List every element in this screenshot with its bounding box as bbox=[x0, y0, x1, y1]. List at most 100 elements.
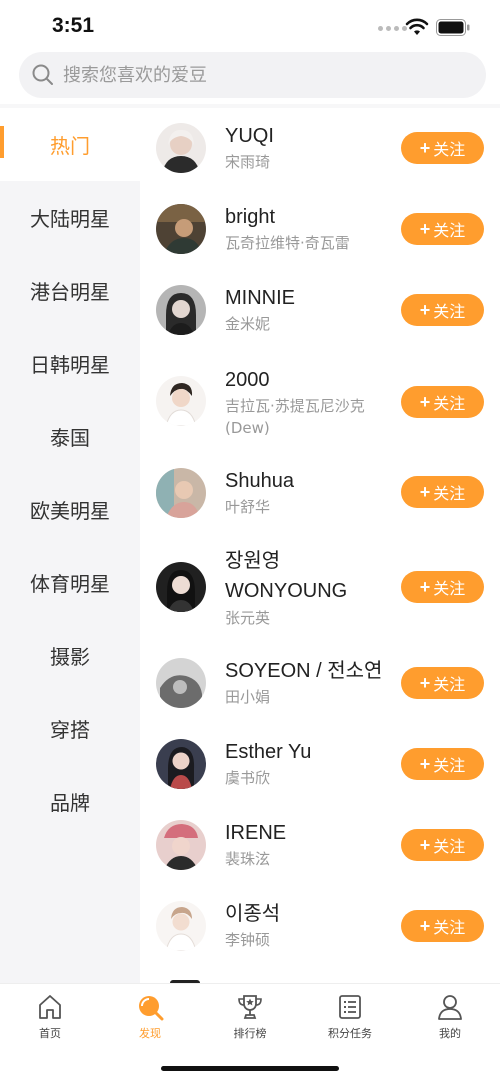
star-name: 장원영 bbox=[225, 550, 281, 572]
avatar[interactable] bbox=[156, 901, 206, 951]
sidebar-item-sports[interactable]: 体育明星 bbox=[0, 546, 140, 619]
plus-icon: + bbox=[419, 672, 431, 693]
avatar[interactable] bbox=[156, 285, 206, 335]
avatar[interactable] bbox=[156, 123, 206, 173]
avatar[interactable] bbox=[156, 658, 206, 708]
follow-button[interactable]: + 关注 bbox=[401, 132, 484, 164]
plus-icon: + bbox=[419, 915, 431, 936]
sidebar-item-label: 欧美明星 bbox=[30, 499, 110, 523]
follow-button[interactable]: + 关注 bbox=[401, 829, 484, 861]
list-item[interactable]: Esther Yu 虞书欣 + 关注 bbox=[140, 724, 500, 804]
follow-button[interactable]: + 关注 bbox=[401, 294, 484, 326]
home-icon bbox=[39, 995, 61, 1019]
plus-icon: + bbox=[419, 481, 431, 502]
follow-label: 关注 bbox=[433, 304, 466, 321]
follow-label: 关注 bbox=[433, 581, 466, 598]
plus-icon: + bbox=[419, 834, 431, 855]
star-name: MINNIE bbox=[225, 287, 295, 309]
star-name: 2000 bbox=[225, 369, 270, 391]
tab-ranking[interactable]: 排行榜 bbox=[200, 992, 300, 1052]
follow-label: 关注 bbox=[433, 142, 466, 159]
star-name-line2: WONYOUNG bbox=[225, 580, 348, 602]
tab-discover[interactable]: 发现 bbox=[100, 992, 200, 1052]
avatar[interactable] bbox=[156, 739, 206, 789]
sidebar-item-jp-kr[interactable]: 日韩明星 bbox=[0, 327, 140, 400]
wifi-icon bbox=[405, 18, 429, 35]
star-subtitle: 宋雨琦 bbox=[225, 153, 271, 171]
star-subtitle: 叶舒华 bbox=[225, 498, 271, 516]
follow-button[interactable]: + 关注 bbox=[401, 667, 484, 699]
avatar[interactable] bbox=[156, 204, 206, 254]
follow-label: 关注 bbox=[433, 677, 466, 694]
follow-label: 关注 bbox=[433, 920, 466, 937]
sidebar-item-western[interactable]: 欧美明星 bbox=[0, 473, 140, 546]
plus-icon: + bbox=[419, 576, 431, 597]
star-subtitle: 瓦奇拉维特·奇瓦雷 bbox=[225, 234, 350, 252]
tab-label: 积分任务 bbox=[328, 1027, 372, 1040]
follow-button[interactable]: + 关注 bbox=[401, 386, 484, 418]
tab-profile[interactable]: 我的 bbox=[400, 992, 500, 1052]
avatar[interactable] bbox=[156, 376, 206, 426]
list-item[interactable]: 2000 吉拉瓦·苏提瓦尼沙克(Dew) + 关注 bbox=[140, 351, 500, 455]
star-name: Esther Yu bbox=[225, 741, 312, 763]
trophy-icon bbox=[238, 995, 262, 1019]
sidebar-item-photography[interactable]: 摄影 bbox=[0, 619, 140, 692]
star-list: YUQI 宋雨琦 + 关注 bright 瓦奇拉维特·奇瓦雷 + 关注 MINNIE… bbox=[140, 108, 500, 983]
tab-label: 排行榜 bbox=[233, 1027, 267, 1040]
list-item[interactable]: YUQI 宋雨琦 + 关注 bbox=[140, 108, 500, 188]
sidebar-item-label: 体育明星 bbox=[30, 572, 110, 596]
sidebar-item-hot[interactable]: 热门 bbox=[0, 108, 140, 181]
profile-icon bbox=[438, 995, 462, 1020]
follow-button[interactable]: + 关注 bbox=[401, 213, 484, 245]
star-subtitle: 田小娟 bbox=[225, 688, 271, 706]
tab-home[interactable]: 首页 bbox=[0, 992, 100, 1052]
search-icon bbox=[31, 63, 55, 87]
search-input[interactable] bbox=[63, 64, 443, 86]
list-item[interactable]: IRENE 裴珠泫 + 关注 bbox=[140, 805, 500, 885]
avatar[interactable] bbox=[156, 820, 206, 870]
star-subtitle: 虞书欣 bbox=[225, 769, 271, 787]
sidebar-item-label: 摄影 bbox=[50, 645, 90, 669]
tab-tasks[interactable]: 积分任务 bbox=[300, 992, 400, 1052]
star-subtitle: 张元英 bbox=[225, 609, 271, 627]
list-item[interactable]: 장원영 WONYOUNG 张元英 + 关注 bbox=[140, 537, 500, 642]
follow-label: 关注 bbox=[433, 839, 466, 856]
list-item[interactable]: SOYEON / 전소연 田小娟 + 关注 bbox=[140, 643, 500, 723]
follow-button[interactable]: + 关注 bbox=[401, 476, 484, 508]
sidebar-item-brand[interactable]: 品牌 bbox=[0, 765, 140, 838]
sidebar-item-hk-tw[interactable]: 港台明星 bbox=[0, 254, 140, 327]
search-bar[interactable] bbox=[19, 52, 486, 98]
sidebar-item-label: 大陆明星 bbox=[30, 207, 110, 231]
star-subtitle: 吉拉瓦·苏提瓦尼沙克(Dew) bbox=[225, 397, 365, 437]
list-item[interactable]: Shuhua 叶舒华 + 关注 bbox=[140, 456, 500, 536]
star-name: 이종석 bbox=[225, 903, 281, 925]
star-name: bright bbox=[225, 206, 276, 228]
list-item[interactable]: 이종석 李钟硕 + 关注 bbox=[140, 886, 500, 966]
avatar[interactable] bbox=[156, 468, 206, 518]
sidebar-item-outfit[interactable]: 穿搭 bbox=[0, 692, 140, 765]
sidebar-item-mainland[interactable]: 大陆明星 bbox=[0, 181, 140, 254]
follow-button[interactable]: + 关注 bbox=[401, 748, 484, 780]
star-name: Shuhua bbox=[225, 470, 294, 492]
avatar[interactable] bbox=[156, 562, 206, 612]
plus-icon: + bbox=[419, 137, 431, 158]
star-name: IRENE bbox=[225, 822, 287, 844]
plus-icon: + bbox=[419, 218, 431, 239]
tab-label: 发现 bbox=[139, 1027, 161, 1040]
star-name: SOYEON / 전소연 bbox=[225, 660, 383, 682]
discover-icon bbox=[139, 996, 164, 1021]
tab-label: 我的 bbox=[439, 1027, 461, 1040]
home-indicator bbox=[161, 1066, 339, 1071]
sidebar-item-thailand[interactable]: 泰国 bbox=[0, 400, 140, 473]
list-item[interactable]: bright 瓦奇拉维特·奇瓦雷 + 关注 bbox=[140, 189, 500, 269]
plus-icon: + bbox=[419, 753, 431, 774]
signal-icon bbox=[378, 26, 407, 31]
follow-button[interactable]: + 关注 bbox=[401, 910, 484, 942]
star-subtitle: 李钟硕 bbox=[225, 931, 271, 949]
follow-button[interactable]: + 关注 bbox=[401, 571, 484, 603]
list-item[interactable]: MINNIE 金米妮 + 关注 bbox=[140, 270, 500, 350]
sidebar-item-label: 穿搭 bbox=[50, 718, 90, 742]
sidebar-item-label: 日韩明星 bbox=[30, 353, 110, 377]
follow-label: 关注 bbox=[433, 396, 466, 413]
plus-icon: + bbox=[419, 391, 431, 412]
